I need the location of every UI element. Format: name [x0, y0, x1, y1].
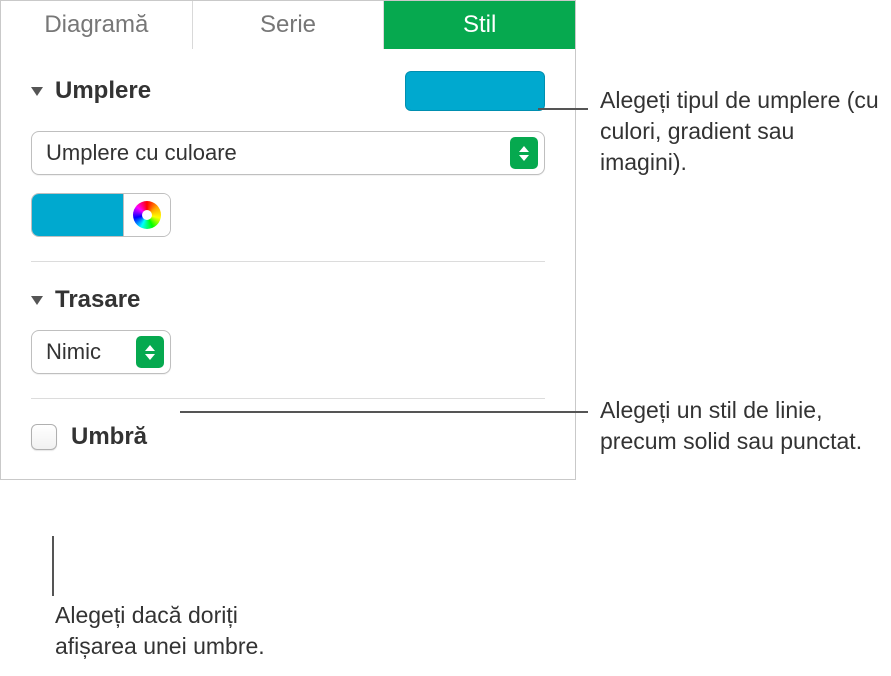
fill-color-picker[interactable]: [31, 193, 171, 237]
fill-color-swatch-small[interactable]: [32, 194, 124, 236]
stroke-style-label: Nimic: [46, 339, 136, 365]
chevron-down-icon: [31, 296, 43, 305]
shadow-checkbox[interactable]: [31, 424, 57, 450]
callout-line: [52, 536, 54, 596]
fill-section: Umplere Umplere cu culoare: [31, 71, 545, 262]
tab-style[interactable]: Stil: [384, 1, 575, 49]
fill-current-color-swatch[interactable]: [405, 71, 545, 111]
fill-header[interactable]: Umplere: [31, 71, 545, 111]
stroke-style-popup[interactable]: Nimic: [31, 330, 171, 374]
chevron-down-icon: [31, 87, 43, 96]
callout-shadow: Alegeți dacă doriți afișarea unei umbre.: [55, 600, 325, 662]
fill-title: Umplere: [55, 77, 151, 105]
tab-bar: Diagramă Serie Stil: [1, 1, 575, 49]
fill-color-row: [31, 193, 545, 237]
tab-chart[interactable]: Diagramă: [1, 1, 193, 49]
shadow-section: Umbră: [31, 423, 545, 451]
fill-type-popup[interactable]: Umplere cu culoare: [31, 131, 545, 175]
color-wheel-button[interactable]: [124, 194, 170, 236]
callout-line: [538, 108, 588, 110]
stroke-header[interactable]: Trasare: [31, 286, 545, 314]
stroke-section: Trasare Nimic: [31, 286, 545, 399]
shadow-row: Umbră: [31, 423, 545, 451]
stroke-title: Trasare: [55, 286, 140, 314]
fill-type-label: Umplere cu culoare: [46, 140, 510, 166]
popup-stepper-icon: [510, 137, 538, 169]
color-wheel-icon: [133, 201, 161, 229]
callout-stroke: Alegeți un stil de linie, precum solid s…: [600, 395, 870, 457]
style-content: Umplere Umplere cu culoare: [1, 49, 575, 479]
popup-stepper-icon: [136, 336, 164, 368]
callout-fill: Alegeți tipul de umplere (cu culori, gra…: [600, 85, 880, 178]
callout-line: [180, 411, 588, 413]
format-sidebar: Diagramă Serie Stil Umplere Umplere cu c…: [0, 0, 576, 480]
shadow-label: Umbră: [71, 423, 147, 451]
tab-series[interactable]: Serie: [193, 1, 385, 49]
